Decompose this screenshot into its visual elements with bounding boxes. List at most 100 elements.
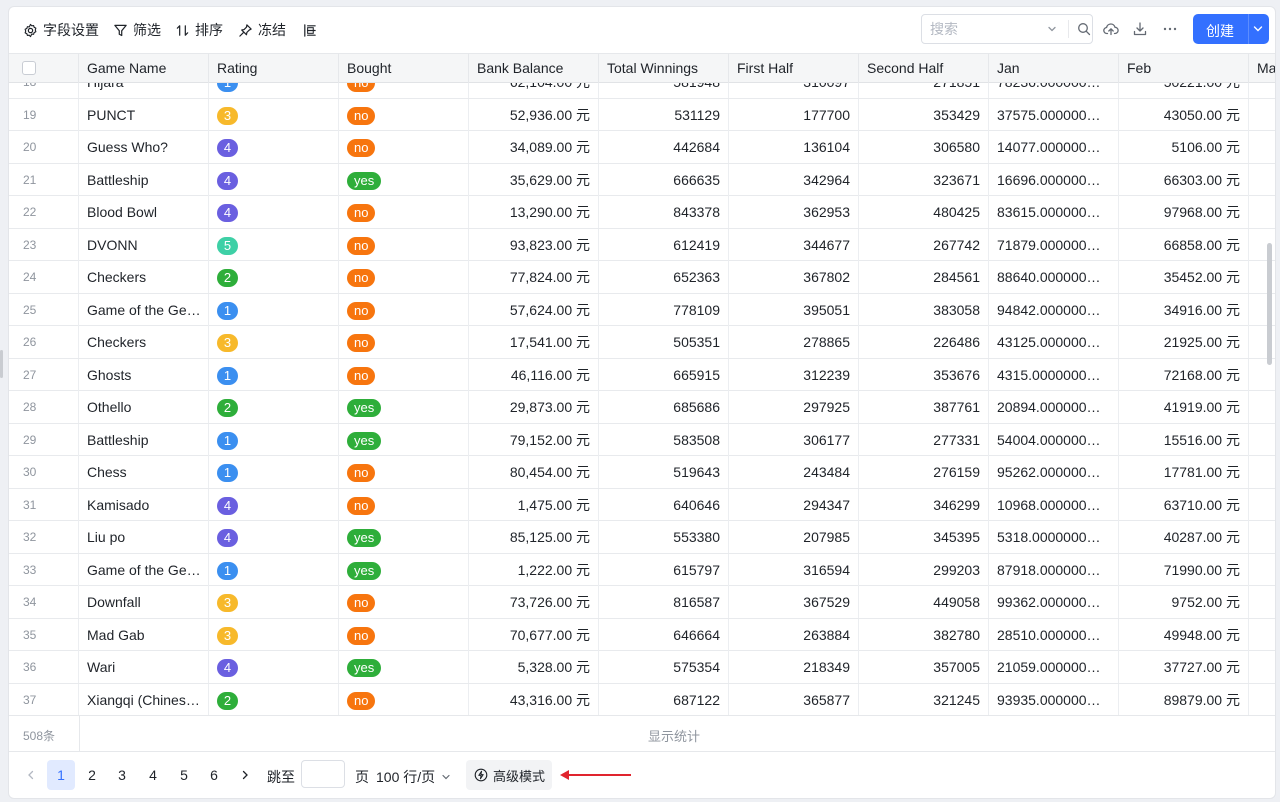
bought-cell[interactable]: no (339, 326, 469, 358)
mar-cell[interactable] (1249, 456, 1275, 488)
game-name-cell[interactable]: PUNCT (79, 98, 209, 131)
advanced-mode-button[interactable]: 高级模式 (466, 760, 552, 790)
upload-button[interactable] (1102, 20, 1120, 38)
bought-cell[interactable]: no (339, 586, 469, 618)
total-winnings-cell[interactable]: 843378 (599, 196, 729, 228)
bought-cell[interactable]: yes (339, 423, 469, 456)
bought-cell[interactable]: no (339, 98, 469, 131)
table-row[interactable]: 24 Checkers 2 no 77,824.00 元 652363 367802 2845… (9, 261, 1275, 294)
game-name-cell[interactable]: Downfall (79, 586, 209, 618)
bank-balance-cell[interactable]: 85,125.00 元 (469, 521, 599, 553)
table-row[interactable]: 21 Battleship 4 yes 35,629.00 元 666635 342964 3… (9, 163, 1275, 196)
filter-button[interactable]: 筛选 (113, 20, 161, 40)
column-header[interactable]: Game Name (79, 54, 209, 84)
first-half-cell[interactable]: 367529 (729, 586, 859, 618)
bought-cell[interactable]: yes (339, 553, 469, 586)
feb-cell[interactable]: 72168.00 元 (1119, 358, 1249, 391)
bank-balance-cell[interactable]: 34,089.00 元 (469, 131, 599, 163)
first-half-cell[interactable]: 306177 (729, 423, 859, 456)
first-half-cell[interactable]: 136104 (729, 131, 859, 163)
bought-cell[interactable]: no (339, 683, 469, 715)
second-half-cell[interactable]: 323671 (859, 163, 989, 196)
total-winnings-cell[interactable]: 646664 (599, 618, 729, 651)
game-name-cell[interactable]: Liu po (79, 521, 209, 553)
search-input[interactable] (930, 15, 1030, 43)
game-name-cell[interactable]: Ghosts (79, 358, 209, 391)
column-header[interactable]: Rating (209, 54, 339, 84)
page-button[interactable]: 6 (200, 760, 228, 790)
second-half-cell[interactable]: 345395 (859, 521, 989, 553)
feb-cell[interactable]: 37727.00 元 (1119, 651, 1249, 683)
bank-balance-cell[interactable]: 52,936.00 元 (469, 98, 599, 131)
mar-cell[interactable] (1249, 196, 1275, 228)
table-row[interactable]: 19 PUNCT 3 no 52,936.00 元 531129 177700 353429 3… (9, 98, 1275, 131)
rating-cell[interactable]: 1 (209, 553, 339, 586)
feb-cell[interactable]: 5106.00 元 (1119, 131, 1249, 163)
mar-cell[interactable] (1249, 131, 1275, 163)
create-button[interactable]: 创建 (1193, 14, 1269, 44)
game-name-cell[interactable]: Othello (79, 391, 209, 423)
game-name-cell[interactable]: Mad Gab (79, 618, 209, 651)
bought-cell[interactable]: no (339, 196, 469, 228)
first-half-cell[interactable]: 207985 (729, 521, 859, 553)
first-half-cell[interactable]: 342964 (729, 163, 859, 196)
second-half-cell[interactable]: 276159 (859, 456, 989, 488)
bank-balance-cell[interactable]: 77,824.00 元 (469, 261, 599, 293)
rating-cell[interactable]: 4 (209, 163, 339, 196)
page-button[interactable]: 2 (78, 760, 106, 790)
bought-cell[interactable]: no (339, 228, 469, 261)
jan-cell[interactable]: 87918.0000000… (989, 553, 1119, 586)
second-half-cell[interactable]: 271851 (859, 83, 989, 98)
jan-cell[interactable]: 16696.0000000… (989, 163, 1119, 196)
second-half-cell[interactable]: 357005 (859, 651, 989, 683)
jan-cell[interactable]: 99362.0000000… (989, 586, 1119, 618)
feb-cell[interactable]: 35452.00 元 (1119, 261, 1249, 293)
rating-cell[interactable]: 4 (209, 651, 339, 683)
mar-cell[interactable] (1249, 424, 1275, 456)
rating-cell[interactable]: 4 (209, 196, 339, 228)
jan-cell[interactable]: 14077.0000000… (989, 131, 1119, 163)
rating-cell[interactable]: 4 (209, 488, 339, 521)
jan-cell[interactable]: 21059.0000000… (989, 651, 1119, 683)
column-header[interactable]: Jan (989, 54, 1119, 84)
jan-cell[interactable]: 83615.0000000… (989, 196, 1119, 228)
feb-cell[interactable]: 41919.00 元 (1119, 391, 1249, 423)
bank-balance-cell[interactable]: 17,541.00 元 (469, 326, 599, 358)
bank-balance-cell[interactable]: 70,677.00 元 (469, 618, 599, 651)
rating-cell[interactable]: 2 (209, 683, 339, 715)
game-name-cell[interactable]: Guess Who? (79, 131, 209, 163)
first-half-cell[interactable]: 218349 (729, 651, 859, 683)
first-half-cell[interactable]: 316594 (729, 553, 859, 586)
game-name-cell[interactable]: DVONN (79, 228, 209, 261)
column-header[interactable]: Ma (1249, 54, 1275, 84)
total-winnings-cell[interactable]: 553380 (599, 521, 729, 553)
bought-cell[interactable]: no (339, 293, 469, 326)
table-row[interactable]: 28 Othello 2 yes 29,873.00 元 685686 297925 3877… (9, 391, 1275, 424)
jan-cell[interactable]: 94842.0000000… (989, 293, 1119, 326)
mar-cell[interactable] (1249, 554, 1275, 586)
table-row[interactable]: 22 Blood Bowl 4 no 13,290.00 元 843378 362953 48… (9, 196, 1275, 229)
total-winnings-cell[interactable]: 583508 (599, 423, 729, 456)
feb-cell[interactable]: 97968.00 元 (1119, 196, 1249, 228)
second-half-cell[interactable]: 382780 (859, 618, 989, 651)
second-half-cell[interactable]: 480425 (859, 196, 989, 228)
table-row[interactable]: 34 Downfall 3 no 73,726.00 元 816587 367529 4490… (9, 586, 1275, 619)
mar-cell[interactable] (1249, 164, 1275, 196)
bought-cell[interactable]: no (339, 488, 469, 521)
table-row[interactable]: 23 DVONN 5 no 93,823.00 元 612419 344677 267742 7… (9, 228, 1275, 261)
table-row[interactable]: 32 Liu po 4 yes 85,125.00 元 553380 207985 34539… (9, 521, 1275, 554)
total-winnings-cell[interactable]: 531129 (599, 98, 729, 131)
rating-cell[interactable]: 3 (209, 586, 339, 618)
second-half-cell[interactable]: 306580 (859, 131, 989, 163)
more-button[interactable] (1161, 20, 1179, 38)
game-name-cell[interactable]: Game of the Gen… (79, 553, 209, 586)
jan-cell[interactable]: 78236.0000000… (989, 83, 1119, 98)
mar-cell[interactable] (1249, 651, 1275, 683)
rating-cell[interactable]: 2 (209, 391, 339, 423)
bought-cell[interactable]: no (339, 261, 469, 293)
mar-cell[interactable] (1249, 83, 1275, 98)
column-header[interactable]: First Half (729, 54, 859, 84)
first-half-cell[interactable]: 344677 (729, 228, 859, 261)
total-winnings-cell[interactable]: 685686 (599, 391, 729, 423)
jan-cell[interactable]: 88640.0000000… (989, 261, 1119, 293)
